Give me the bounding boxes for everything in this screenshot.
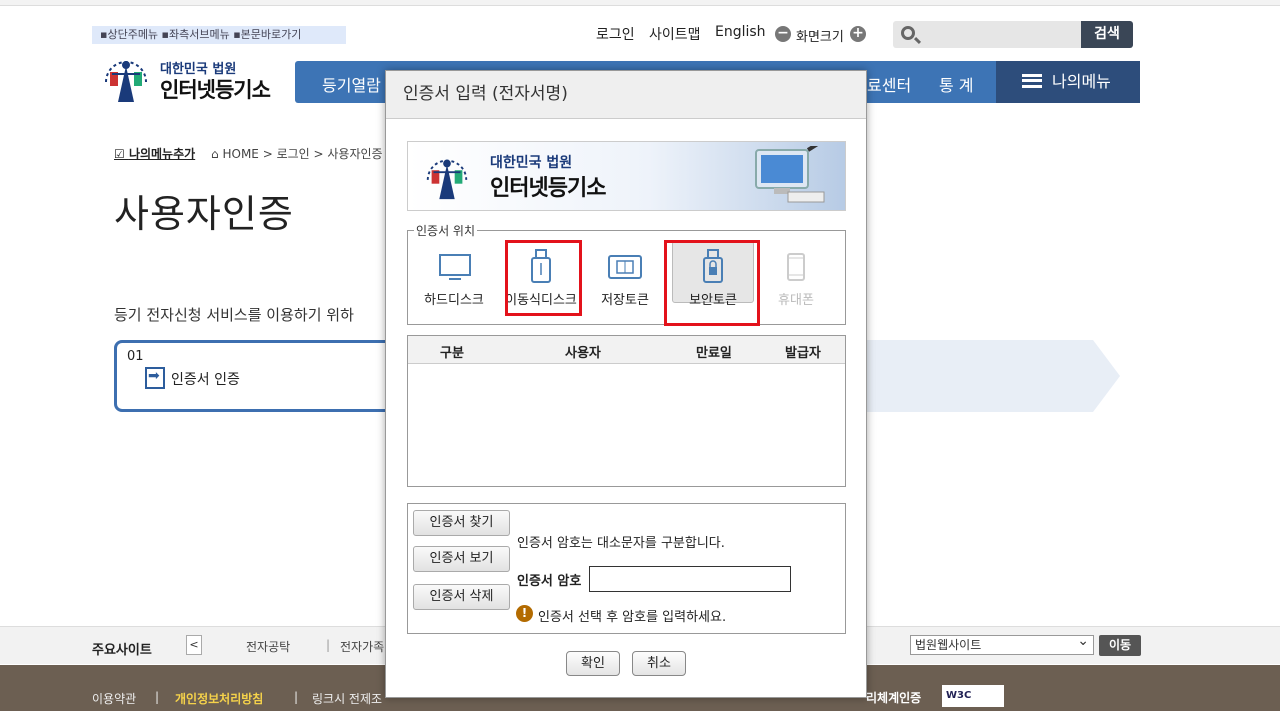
- court-emblem-icon: [426, 159, 468, 200]
- court-emblem-icon: [105, 61, 147, 102]
- sitemap-link[interactable]: 사이트맵: [649, 24, 701, 44]
- sim-card-icon: [608, 255, 642, 279]
- delete-cert-button[interactable]: 인증서 삭제: [413, 584, 510, 610]
- breadcrumb-home[interactable]: HOME: [222, 147, 258, 161]
- col-type: 구분: [440, 346, 464, 361]
- footer-link-e-deposit[interactable]: 전자공탁: [246, 638, 290, 655]
- ok-button[interactable]: 확인: [566, 651, 620, 676]
- hamburger-icon: [1022, 73, 1042, 88]
- location-storage-token[interactable]: 저장토큰: [584, 249, 666, 315]
- annotation-highlight-security-token: [664, 240, 760, 326]
- col-expiry: 만료일: [696, 346, 732, 361]
- nav-item-data-center[interactable]: 료센터: [867, 72, 911, 96]
- home-icon: ⌂: [211, 147, 219, 161]
- password-label: 인증서 암호: [517, 574, 582, 589]
- footer-go-button[interactable]: 이동: [1099, 635, 1141, 656]
- dialog-banner: 대한민국 법원 인터넷등기소: [407, 141, 846, 211]
- footer-separator: |: [294, 690, 299, 704]
- dialog-title: 인증서 입력 (전자서명): [386, 71, 866, 119]
- zoom-label: 화면크기: [796, 30, 844, 45]
- certificate-dialog: 인증서 입력 (전자서명) 대한민국 법원 인터넷등기소 인증서 위치 하드디스…: [385, 70, 867, 698]
- certificate-table[interactable]: 구분 사용자 만료일 발급자: [407, 335, 846, 487]
- search-icon: [901, 26, 915, 40]
- zoom-in-icon[interactable]: +: [850, 26, 866, 42]
- zoom-out-icon[interactable]: −: [775, 26, 791, 42]
- step-number: 01: [127, 349, 144, 364]
- password-input[interactable]: [589, 566, 791, 592]
- cert-location-group: 인증서 위치 하드디스크 이동식디스크 저장토큰 보안토큰 휴대폰: [407, 222, 846, 325]
- footer-link-e-family[interactable]: 전자가족: [340, 638, 384, 655]
- view-cert-button[interactable]: 인증서 보기: [413, 546, 510, 572]
- search-button[interactable]: 검색: [1081, 21, 1133, 48]
- add-my-menu-link[interactable]: ☑ 나의메뉴추가: [114, 147, 195, 161]
- location-mobile-phone: 휴대폰: [755, 249, 837, 315]
- footer-prev-button[interactable]: <: [186, 635, 202, 655]
- location-label: 저장토큰: [601, 293, 649, 308]
- annotation-highlight-removable: [505, 240, 582, 316]
- col-user: 사용자: [565, 346, 601, 361]
- location-label: 하드디스크: [424, 293, 484, 308]
- cancel-button[interactable]: 취소: [632, 651, 686, 676]
- footer-separator: |: [155, 690, 160, 704]
- table-header: 구분 사용자 만료일 발급자: [408, 336, 845, 364]
- warning-text: 인증서 선택 후 암호를 입력하세요.: [538, 610, 727, 625]
- breadcrumb-login[interactable]: 로그인: [277, 147, 310, 161]
- step-arrow-shape: [850, 340, 1120, 412]
- location-label: 휴대폰: [778, 293, 814, 308]
- find-cert-button[interactable]: 인증서 찾기: [413, 510, 510, 536]
- terms-link[interactable]: 이용약관: [92, 690, 136, 707]
- logo-title: 인터넷등기소: [160, 78, 271, 102]
- my-menu-label: 나의메뉴: [1052, 72, 1111, 91]
- banner-subtitle: 대한민국 법원: [490, 155, 573, 171]
- monitor-icon: [439, 254, 471, 280]
- breadcrumb: ☑ 나의메뉴추가 ⌂ HOME > 로그인 > 사용자인증: [114, 147, 383, 161]
- privacy-policy-link[interactable]: 개인정보처리방침: [175, 690, 263, 707]
- w3c-badge: W3C XHTML 1.0: [942, 685, 1004, 707]
- warning-icon: !: [516, 605, 533, 622]
- step-cert-auth: 01 인증서 인증: [114, 340, 404, 412]
- login-link[interactable]: 로그인: [596, 24, 635, 44]
- password-case-note: 인증서 암호는 대소문자를 구분합니다.: [517, 536, 725, 551]
- col-issuer: 발급자: [785, 346, 821, 361]
- arrow-right-icon: [145, 367, 165, 389]
- footer-separator: |: [326, 638, 331, 652]
- password-panel: 인증서 찾기 인증서 보기 인증서 삭제 인증서 암호는 대소문자를 구분합니다…: [407, 503, 846, 634]
- english-link[interactable]: English: [715, 24, 766, 44]
- cert-location-legend: 인증서 위치: [414, 222, 478, 239]
- page-title: 사용자인증: [114, 192, 294, 236]
- computer-illustration-icon: [755, 146, 825, 203]
- my-menu-button[interactable]: 나의메뉴: [996, 61, 1140, 103]
- phone-icon: [787, 253, 805, 281]
- site-logo[interactable]: 대한민국 법원 인터넷등기소: [100, 52, 280, 108]
- search-input[interactable]: [893, 21, 1083, 48]
- step-label: 인증서 인증: [171, 372, 240, 388]
- footer-sites-title: 주요사이트: [92, 643, 152, 658]
- breadcrumb-current[interactable]: 사용자인증: [327, 147, 382, 161]
- nav-item-register-view[interactable]: 등기열람: [322, 72, 381, 96]
- location-hard-disk[interactable]: 하드디스크: [413, 249, 495, 315]
- court-site-select[interactable]: 법원웹사이트: [910, 632, 1094, 655]
- browser-top-edge: [0, 0, 1280, 6]
- certification-text: 리체계인증: [866, 691, 922, 705]
- page-description: 등기 전자신청 서비스를 이용하기 위하: [114, 306, 354, 324]
- skip-links[interactable]: ▪상단주메뉴 ▪좌측서브메뉴 ▪본문바로가기: [92, 26, 346, 44]
- link-policy-link[interactable]: 링크시 전제조: [312, 690, 382, 707]
- nav-item-statistics[interactable]: 통 계: [939, 72, 974, 96]
- banner-title: 인터넷등기소: [490, 176, 606, 201]
